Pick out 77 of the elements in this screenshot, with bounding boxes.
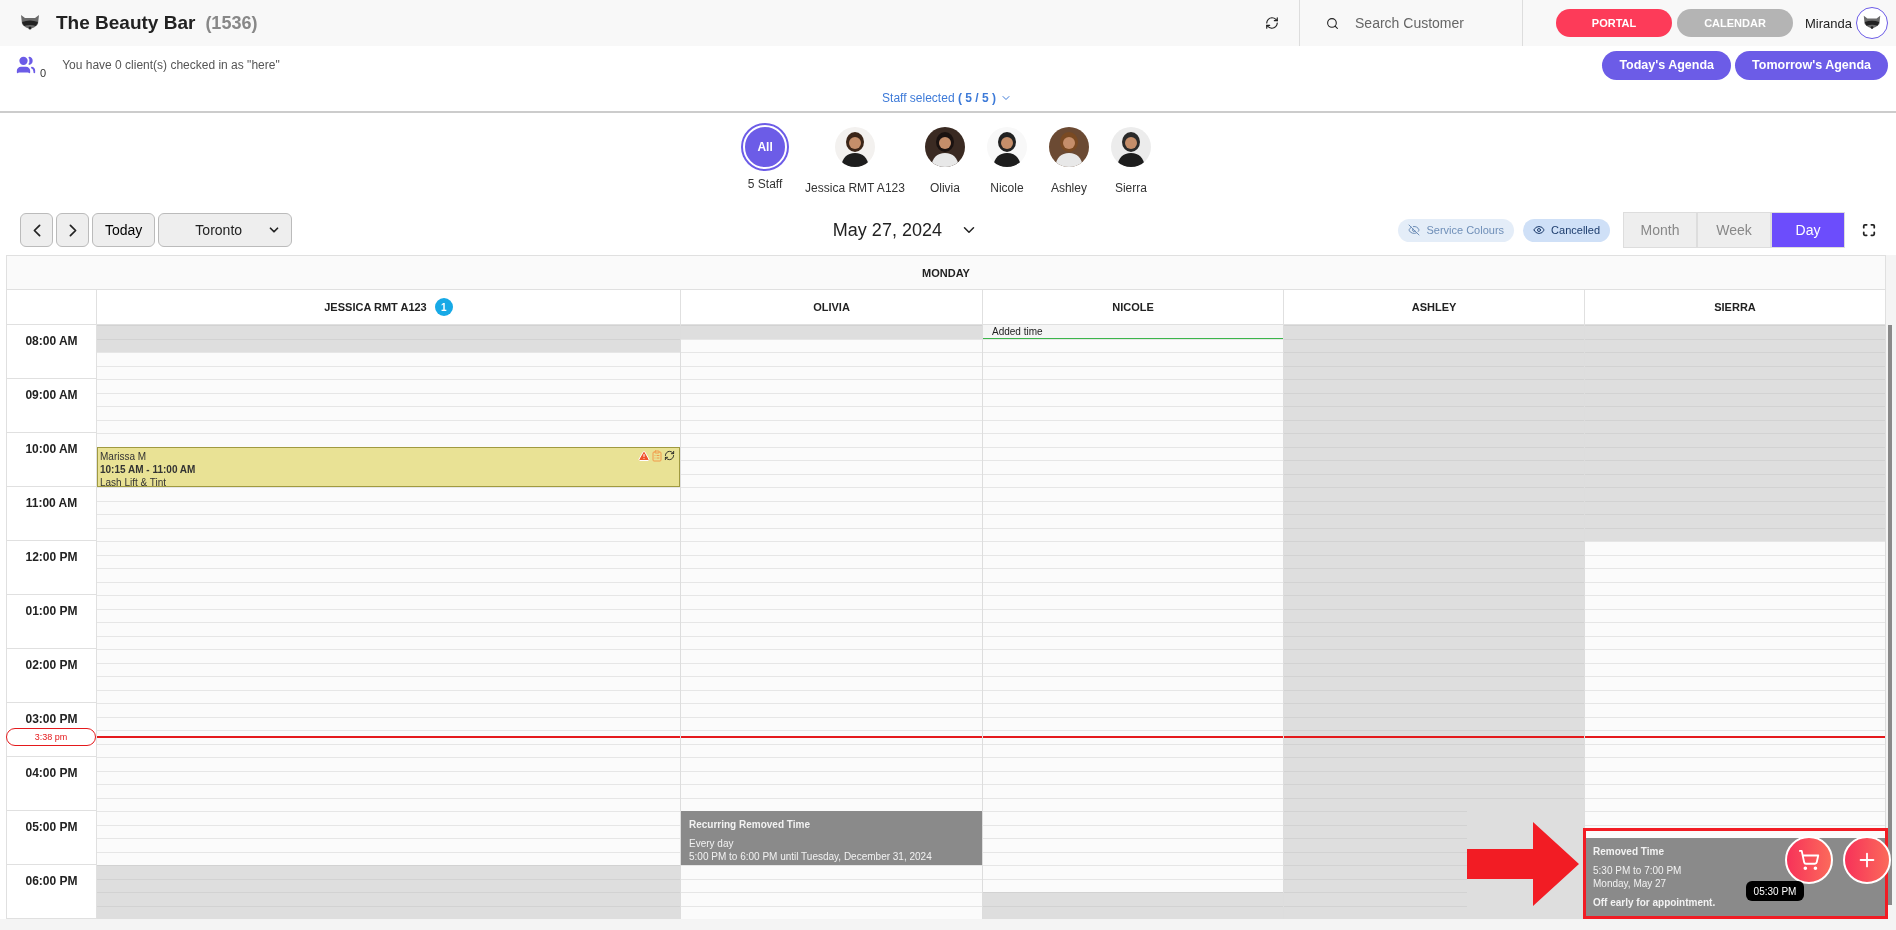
block-detail: 5:00 PM to 6:00 PM until Tuesday, December 31, 2024 [689, 850, 932, 863]
customer-count: (1536) [205, 12, 258, 34]
hour-label: 08:00 AM [7, 325, 97, 379]
appointment-time: 10:15 AM - 11:00 AM [100, 462, 196, 476]
refresh-icon [664, 449, 675, 461]
staff-column-name: JESSICA RMT A123 [324, 301, 427, 313]
agenda-button[interactable]: Today's Agenda [1602, 50, 1732, 80]
block-title: Removed Time [1593, 845, 1664, 858]
scrollbar-thumb[interactable] [1888, 325, 1892, 905]
time-slot[interactable] [1585, 730, 1885, 744]
hour-label: 10:00 AM [7, 433, 97, 487]
block-detail: Every day [689, 837, 734, 850]
location-select[interactable]: Toronto [158, 213, 293, 247]
block-detail: Monday, May 27 [1593, 877, 1667, 890]
eye-off-icon [1408, 224, 1421, 236]
view-tab[interactable]: Week [1697, 212, 1771, 248]
nav-button[interactable]: PORTAL [1556, 9, 1673, 37]
staff-name[interactable]: Nicole [990, 181, 1024, 195]
hour-label: 01:00 PM [7, 595, 97, 649]
current-time-label: 3:38 pm [6, 728, 96, 747]
staff-name[interactable]: 5 Staff [747, 177, 783, 191]
client-name: Marissa M [100, 449, 147, 463]
view-tab[interactable]: Day [1771, 212, 1845, 248]
staff-name[interactable]: Jessica RMT A123 [805, 181, 905, 195]
staff-name[interactable]: Sierra [1114, 181, 1147, 195]
time-slot[interactable] [983, 730, 1283, 744]
staff-column-name: NICOLE [1112, 301, 1154, 313]
removed-time-block[interactable]: Recurring Removed Time Every day 5:00 PM to 6:00 PM until Tuesday, December 31, 2024 [681, 811, 982, 865]
staff-name[interactable]: Ashley [1050, 181, 1087, 195]
appointment-card[interactable]: Marissa M 10:15 AM - 11:00 AM Lash Lift & Tint [97, 446, 680, 487]
time-slot[interactable] [681, 730, 982, 744]
time-slot[interactable] [97, 730, 680, 744]
user-avatar[interactable] [1856, 7, 1888, 39]
block-note: Off early for appointment. [1593, 896, 1716, 909]
staff-column-name: ASHLEY [1411, 301, 1457, 313]
hour-label: 06:00 PM [7, 865, 97, 919]
today-button[interactable]: Today [92, 213, 156, 247]
staff-name[interactable]: Olivia [929, 181, 960, 195]
cart-icon [1798, 849, 1820, 871]
all-staff-button[interactable]: All [743, 125, 788, 169]
brand-name: The Beauty Bar [56, 12, 196, 34]
day-header: MONDAY [6, 255, 1886, 290]
next-button[interactable] [56, 213, 89, 247]
time-tooltip: 05:30 PM [1746, 881, 1804, 901]
search-icon [1326, 16, 1340, 30]
clipboard-icon [651, 449, 663, 462]
agenda-button[interactable]: Tomorrow's Agenda [1735, 50, 1888, 80]
eye-icon [1533, 224, 1546, 236]
checkin-message: You have 0 client(s) checked in as "here" [62, 58, 280, 72]
filter-toggle[interactable]: Service Colours [1398, 218, 1515, 242]
filter-toggle[interactable]: Cancelled [1523, 218, 1610, 242]
hour-label: 09:00 AM [7, 379, 97, 433]
hour-label: 11:00 AM [7, 487, 97, 541]
chevron-right-icon [68, 223, 77, 237]
warning-icon [638, 449, 650, 462]
hour-label: 04:00 PM [7, 757, 97, 811]
staff-column-name: SIERRA [1714, 301, 1756, 313]
staff-selected-toggle[interactable]: Staff selected ( 5 / 5 ) [882, 90, 996, 105]
checked-in-count: 0 [40, 67, 47, 79]
clients-icon [16, 55, 36, 75]
user-name: Miranda [1805, 15, 1852, 31]
fullscreen-icon[interactable] [1862, 223, 1876, 237]
refresh-icon[interactable] [1265, 16, 1280, 30]
hour-label: 05:00 PM [7, 811, 97, 865]
previous-button[interactable] [20, 213, 53, 247]
hour-label: 02:00 PM [7, 649, 97, 703]
block-detail: 5:30 PM to 7:00 PM [1593, 864, 1682, 877]
added-time-block[interactable]: Added time [983, 325, 1283, 339]
staff-column-name: OLIVIA [813, 301, 850, 313]
count-badge: 1 [434, 298, 453, 316]
block-title: Recurring Removed Time [689, 818, 810, 831]
chevron-left-icon [32, 223, 41, 237]
search-field[interactable]: Search Customer [1353, 14, 1514, 32]
service-name: Lash Lift & Tint [100, 475, 167, 489]
view-tab[interactable]: Month [1623, 212, 1697, 248]
hour-label: 12:00 PM [7, 541, 97, 595]
current-date: May 27, 2024 [832, 219, 942, 241]
